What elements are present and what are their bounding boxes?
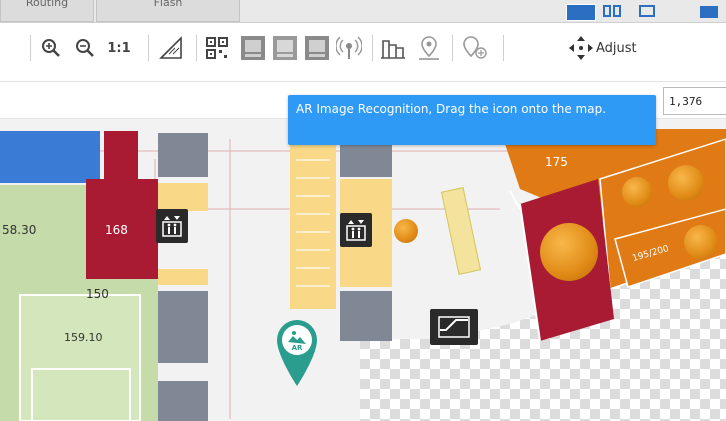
ar-pin-icon	[277, 320, 317, 386]
room-gray-2	[158, 291, 208, 363]
elevator-marker-2[interactable]	[340, 213, 372, 247]
location-button[interactable]	[414, 33, 444, 63]
room-blue	[0, 131, 100, 183]
stairs-button[interactable]	[156, 33, 186, 63]
panel-icons	[603, 5, 718, 18]
elevator-icon	[346, 220, 366, 241]
poi-ball-east-1[interactable]	[622, 177, 652, 207]
toolbar-separator	[452, 35, 453, 61]
actual-size-button[interactable]: 1:1	[104, 33, 134, 63]
stairs-icon	[159, 36, 182, 59]
layers-icon[interactable]	[566, 4, 596, 21]
escalator-icon	[438, 316, 470, 338]
room-gray-4	[340, 291, 392, 341]
ar-tooltip: AR Image Recognition, Drag the icon onto…	[288, 95, 656, 145]
tab-flash[interactable]: Flash	[96, 0, 240, 22]
move-icon-container[interactable]	[566, 33, 596, 63]
zoom-out-button[interactable]	[70, 33, 100, 63]
window-icon[interactable]	[639, 5, 655, 17]
map-canvas	[0, 127, 726, 421]
toolbar-separator	[148, 35, 149, 61]
buildings-button[interactable]	[378, 33, 408, 63]
add-beacon-icon	[463, 36, 487, 59]
toolbar-separator	[503, 35, 504, 61]
beacon-icon	[336, 36, 362, 59]
beacon-button[interactable]	[334, 33, 364, 63]
room-gray-1	[158, 133, 208, 177]
poi-panel-icon	[273, 36, 297, 60]
tab-routing-label: Routing	[25, 0, 69, 9]
room-label-150: 150	[86, 287, 109, 301]
tab-flash-label: Flash	[153, 0, 183, 9]
zoom-out-icon	[76, 39, 94, 57]
poi-button-2[interactable]	[270, 33, 300, 63]
floor-map[interactable]: 58.30 168 150 159.10 175 195/200	[0, 119, 726, 421]
coordinate-field[interactable]: 1,376	[663, 87, 726, 115]
map-toolbar: 1:1 Adjust	[0, 23, 726, 82]
poi-button-1[interactable]	[238, 33, 268, 63]
toolbar-separator	[30, 35, 31, 61]
elevator-marker-1[interactable]	[156, 209, 188, 243]
split-view-icon[interactable]	[603, 5, 621, 17]
room-label-168: 168	[105, 223, 128, 237]
ar-recognition-pin[interactable]: AR	[275, 318, 319, 390]
room-label-159-10: 159.10	[64, 331, 103, 344]
elevator-icon	[162, 216, 182, 237]
room-label-58-30: 58.30	[2, 223, 37, 237]
poi-display-icon	[305, 36, 329, 60]
room-yellow-2	[158, 269, 208, 285]
tab-routing[interactable]: Routing	[0, 0, 94, 22]
location-pin-icon	[419, 36, 439, 60]
poi-button-3[interactable]	[302, 33, 332, 63]
expand-icon[interactable]	[700, 6, 718, 18]
room-label-175: 175	[545, 155, 568, 169]
room-yellow-corridor	[290, 127, 336, 309]
room-gray-3	[158, 381, 208, 421]
adjust-button[interactable]: Adjust	[596, 33, 662, 63]
poi-ball-large[interactable]	[540, 223, 598, 281]
toolbar-separator	[196, 35, 197, 61]
qr-code-icon	[206, 37, 228, 59]
add-beacon-button[interactable]	[456, 33, 496, 63]
zoom-in-icon	[42, 39, 60, 57]
poi-ball-east-2[interactable]	[668, 165, 704, 201]
qr-code-button[interactable]	[202, 33, 232, 63]
zoom-in-button[interactable]	[36, 33, 66, 63]
shelving-rack	[440, 187, 482, 275]
move-arrows-icon	[569, 36, 593, 60]
poi-ball-east-3[interactable]	[684, 225, 718, 259]
poi-ball-small[interactable]	[394, 219, 418, 243]
toolbar-separator	[372, 35, 373, 61]
room-159-10	[19, 294, 141, 421]
buildings-icon	[381, 40, 405, 59]
room-yellow-1	[158, 183, 208, 211]
poi-grid-icon	[241, 36, 265, 60]
escalator-marker[interactable]	[430, 309, 478, 345]
tab-strip: Routing Flash	[0, 0, 726, 23]
ar-pin-label: AR	[291, 344, 303, 352]
